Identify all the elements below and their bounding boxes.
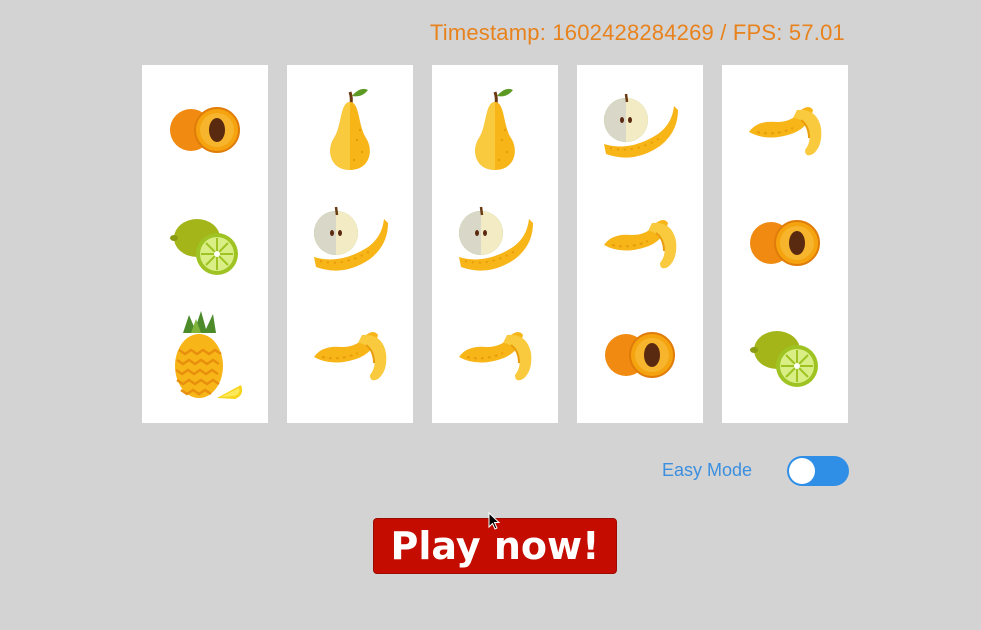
easy-mode-label: Easy Mode xyxy=(662,460,753,480)
banana-icon xyxy=(445,305,545,405)
reel-4 xyxy=(577,65,703,423)
apricot-icon xyxy=(155,80,255,180)
apple-banana-icon xyxy=(590,80,690,180)
banana-icon xyxy=(300,305,400,405)
lime-icon xyxy=(735,305,835,405)
easy-mode-toggle[interactable] xyxy=(787,456,849,486)
reel-5 xyxy=(722,65,848,423)
mouse-cursor-icon xyxy=(488,512,501,530)
timestamp-fps-readout: Timestamp: 1602428284269 / FPS: 57.01 xyxy=(429,20,845,45)
apple-banana-icon xyxy=(445,193,545,293)
pear-icon xyxy=(445,80,545,180)
apricot-icon xyxy=(590,305,690,405)
banana-icon xyxy=(735,80,835,180)
apricot-icon xyxy=(735,193,835,293)
lime-icon xyxy=(155,193,255,293)
banana-icon xyxy=(590,193,690,293)
pear-icon xyxy=(300,80,400,180)
pineapple-icon xyxy=(155,305,255,405)
reel-3 xyxy=(432,65,558,423)
apple-banana-icon xyxy=(300,193,400,293)
toggle-knob xyxy=(789,458,815,484)
reel-2 xyxy=(287,65,413,423)
reel-1 xyxy=(142,65,268,423)
